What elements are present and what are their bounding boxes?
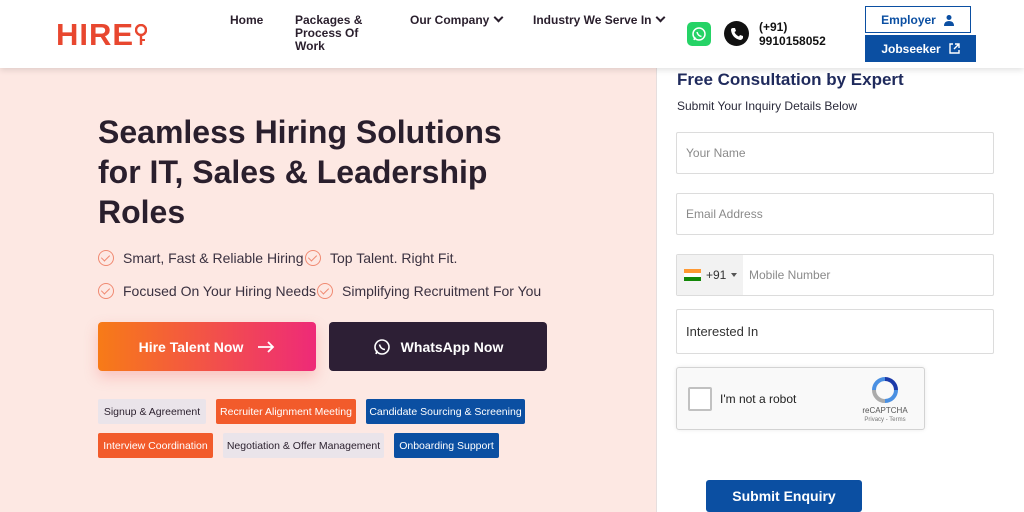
email-input[interactable]: Email Address — [676, 193, 994, 235]
nav-home[interactable]: Home — [230, 14, 263, 27]
phone-code: (+91) — [759, 20, 788, 34]
recaptcha-checkbox[interactable] — [688, 387, 712, 411]
form-title: Free Consultation by Expert — [677, 70, 904, 89]
phone-digits: 9910158052 — [759, 34, 826, 48]
feature-item: Simplifying Recruitment For You — [317, 283, 541, 299]
nav-our-company-label: Our Company — [410, 13, 490, 27]
employer-button[interactable]: Employer — [865, 6, 971, 33]
chevron-down-icon — [656, 12, 666, 23]
nav-our-company[interactable]: Our Company — [410, 12, 504, 27]
process-tag: Interview Coordination — [98, 433, 213, 458]
recaptcha-links[interactable]: Privacy - Terms — [859, 417, 911, 423]
mobile-input[interactable]: +91 Mobile Number — [676, 254, 994, 296]
jobseeker-button[interactable]: Jobseeker — [865, 35, 976, 62]
recaptcha-widget: I'm not a robot reCAPTCHA Privacy - Term… — [676, 367, 925, 430]
whatsapp-icon[interactable] — [687, 22, 711, 46]
process-tag: Candidate Sourcing & Screening — [366, 399, 525, 424]
hero-headline-line1: Seamless Hiring Solutions — [98, 114, 502, 150]
interested-in-label: Interested In — [686, 324, 759, 339]
process-tag: Signup & Agreement — [98, 399, 206, 424]
feature-item: Focused On Your Hiring Needs — [98, 283, 316, 299]
form-subtitle: Submit Your Inquiry Details Below — [677, 99, 858, 113]
logo-text: HIRE — [56, 17, 135, 52]
india-flag-icon — [684, 269, 701, 281]
country-code-selector[interactable]: +91 — [677, 255, 743, 295]
whatsapp-icon — [373, 338, 390, 355]
check-circle-icon — [317, 283, 333, 299]
employer-person-icon — [943, 14, 954, 26]
nav-industry[interactable]: Industry We Serve In — [533, 12, 666, 27]
chevron-down-icon — [493, 12, 504, 23]
process-tag: Onboarding Support — [394, 433, 499, 458]
nav-packages[interactable]: Packages & Process Of Work — [295, 14, 362, 53]
check-circle-icon — [305, 250, 321, 266]
check-circle-icon — [98, 250, 114, 266]
external-link-icon — [948, 43, 960, 54]
phone-number[interactable]: (+91) 9910158052 — [759, 20, 826, 48]
site-header: HIRE Home Packages & Process Of Work Our… — [0, 0, 1024, 68]
nav-packages-line3: Work — [295, 39, 325, 53]
arrow-right-icon — [258, 340, 275, 353]
caret-down-icon — [731, 273, 738, 277]
feature-text: Simplifying Recruitment For You — [342, 283, 542, 299]
logo[interactable]: HIRE — [56, 17, 148, 52]
whatsapp-now-label: WhatsApp Now — [400, 338, 504, 355]
hire-talent-label: Hire Talent Now — [138, 338, 244, 355]
process-tag: Recruiter Alignment Meeting — [216, 399, 356, 424]
feature-item: Top Talent. Right Fit. — [305, 250, 457, 266]
email-placeholder: Email Address — [686, 207, 763, 221]
recaptcha-brand: reCAPTCHA — [862, 406, 908, 415]
name-placeholder: Your Name — [686, 146, 746, 160]
process-tag: Negotiation & Offer Management — [223, 433, 384, 458]
mobile-placeholder: Mobile Number — [749, 268, 831, 282]
hero-headline-line3: Roles — [98, 194, 186, 230]
employer-label: Employer — [881, 12, 936, 27]
logo-key-icon — [135, 24, 148, 45]
phone-icon[interactable] — [724, 21, 749, 46]
feature-text: Top Talent. Right Fit. — [330, 250, 458, 266]
check-circle-icon — [98, 283, 114, 299]
jobseeker-label: Jobseeker — [881, 41, 941, 56]
feature-text: Focused On Your Hiring Needs — [123, 283, 316, 299]
whatsapp-now-button[interactable]: WhatsApp Now — [329, 322, 547, 371]
country-code: +91 — [706, 268, 727, 282]
hire-talent-button[interactable]: Hire Talent Now — [98, 322, 316, 371]
interested-in-select[interactable]: Interested In — [676, 309, 994, 354]
recaptcha-logo-icon — [865, 376, 905, 409]
name-input[interactable]: Your Name — [676, 132, 994, 174]
feature-text: Smart, Fast & Reliable Hiring — [123, 250, 304, 266]
submit-enquiry-button[interactable]: Submit Enquiry — [706, 480, 862, 512]
feature-item: Smart, Fast & Reliable Hiring — [98, 250, 304, 266]
nav-industry-label: Industry We Serve In — [533, 13, 652, 27]
hero-headline-line2: for IT, Sales & Leadership — [98, 154, 488, 190]
hero-headline: Seamless Hiring Solutions for IT, Sales … — [98, 112, 558, 232]
recaptcha-label: I'm not a robot — [720, 392, 797, 406]
